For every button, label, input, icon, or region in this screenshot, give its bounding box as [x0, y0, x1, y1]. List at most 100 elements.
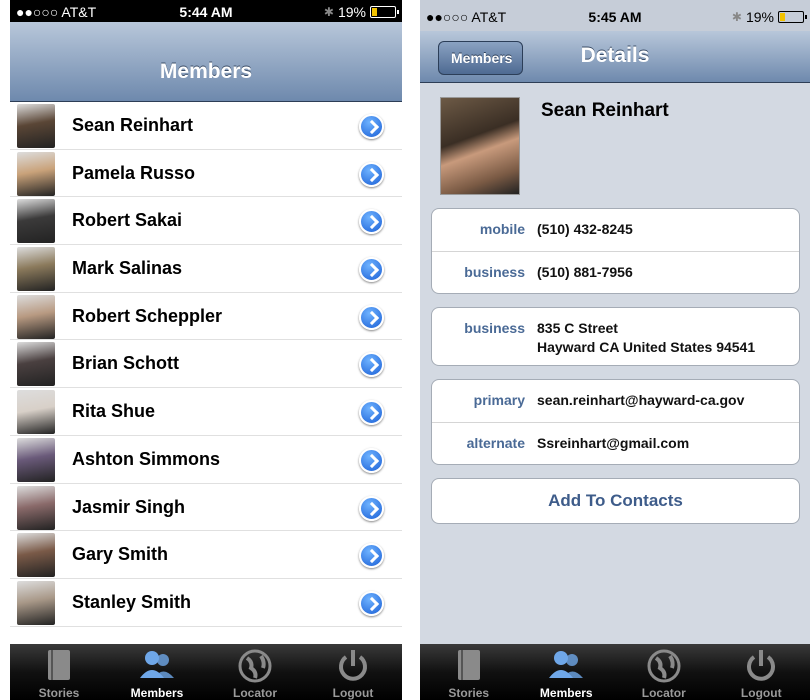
tab-stories[interactable]: Stories — [10, 644, 108, 700]
member-row[interactable]: Sean Reinhart — [10, 102, 402, 150]
bluetooth-icon: ✱ — [323, 5, 334, 19]
member-name: Mark Salinas — [72, 258, 183, 279]
member-avatar — [17, 294, 55, 339]
phone-mobile-field[interactable]: mobile (510) 432-8245 — [432, 209, 799, 252]
details-screen: ●●○○○ AT&T 5:45 AM ✱ 19% Members Details… — [420, 0, 810, 700]
field-label: alternate — [466, 435, 525, 451]
address-field[interactable]: business 835 C Street Hayward CA United … — [432, 308, 799, 366]
member-name: Pamela Russo — [72, 162, 196, 183]
disclosure-arrow-icon[interactable] — [359, 114, 384, 139]
tab-locator[interactable]: Locator — [206, 644, 304, 700]
member-row[interactable]: Jasmir Singh — [10, 483, 402, 532]
member-name: Brian Schott — [72, 353, 180, 374]
tab-label: Logout — [740, 686, 782, 700]
member-row[interactable]: Ashton Simmons — [10, 435, 402, 484]
member-name: Robert Scheppler — [72, 305, 223, 326]
member-name: Ashton Simmons — [72, 448, 221, 469]
disclosure-arrow-icon[interactable] — [359, 209, 384, 235]
member-row[interactable]: Robert Sakai — [10, 197, 402, 246]
tab-members[interactable]: Members — [108, 644, 206, 700]
people-icon — [546, 648, 586, 685]
email-alternate-field[interactable]: alternate Ssreinhart@gmail.com — [432, 423, 799, 466]
member-row[interactable]: Mark Salinas — [10, 245, 402, 293]
disclosure-arrow-icon[interactable] — [359, 400, 384, 426]
disclosure-arrow-icon[interactable] — [359, 257, 384, 283]
member-avatar — [17, 104, 55, 148]
disclosure-arrow-icon[interactable] — [359, 495, 384, 521]
battery-percent: 19% — [337, 4, 366, 20]
member-row[interactable]: Robert Scheppler — [10, 292, 402, 341]
globe-icon — [237, 648, 273, 687]
battery-icon — [370, 6, 399, 18]
field-label: primary — [473, 392, 525, 408]
disclosure-arrow-icon[interactable] — [359, 590, 384, 616]
field-value: Ssreinhart@gmail.com — [537, 435, 690, 451]
address-line2: Hayward CA United States 94541 — [537, 339, 756, 355]
globe-icon — [646, 648, 682, 687]
member-row[interactable]: Pamela Russo — [10, 149, 402, 198]
member-avatar — [17, 485, 55, 530]
status-bar: ●●○○○ AT&T 5:44 AM ✱ 19% — [10, 0, 402, 22]
disclosure-arrow-icon[interactable] — [359, 304, 384, 330]
battery-percent: 19% — [745, 9, 774, 25]
members-screen: ●●○○○ AT&T 5:44 AM ✱ 19% Members Sean Re… — [10, 0, 402, 700]
field-value: (510) 432-8245 — [537, 221, 633, 237]
member-avatar — [17, 199, 55, 244]
battery-icon — [778, 11, 807, 23]
disclosure-arrow-icon[interactable] — [359, 161, 384, 187]
tab-label: Stories — [38, 686, 80, 700]
tab-label: Stories — [448, 686, 490, 700]
status-bar: ●●○○○ AT&T 5:45 AM ✱ 19% — [420, 0, 810, 31]
member-row[interactable]: Brian Schott — [10, 340, 402, 389]
member-list: Sean Reinhart Pamela Russo Robert Sakai Mar… — [10, 102, 402, 627]
member-avatar — [17, 580, 55, 625]
book-icon — [454, 648, 484, 685]
email-primary-field[interactable]: primary sean.reinhart@hayward-ca.gov — [432, 380, 799, 423]
member-avatar — [17, 390, 55, 435]
add-to-contacts-button[interactable]: Add To Contacts — [431, 478, 800, 524]
member-avatar — [17, 342, 55, 387]
field-label: mobile — [479, 221, 525, 237]
member-avatar — [17, 533, 55, 578]
tab-bar: Stories Members Locator Logout — [10, 644, 402, 700]
tab-logout[interactable]: Logout — [304, 644, 402, 700]
people-icon — [137, 648, 177, 685]
member-row[interactable]: Stanley Smith — [10, 578, 402, 627]
field-value: sean.reinhart@hayward-ca.gov — [537, 392, 745, 408]
page-title: Details — [580, 44, 650, 67]
tab-label: Logout — [332, 686, 374, 700]
member-name: Sean Reinhart — [72, 115, 194, 135]
email-group: primary sean.reinhart@hayward-ca.gov alt… — [431, 379, 800, 465]
tab-label: Members — [539, 686, 593, 700]
member-avatar — [17, 151, 55, 196]
address-line1: 835 C Street — [537, 320, 618, 336]
tab-bar: Stories Members Locator Logout — [420, 644, 810, 700]
member-row[interactable]: Rita Shue — [10, 388, 402, 436]
member-name: Robert Sakai — [72, 210, 183, 231]
tab-label: Locator — [641, 686, 686, 700]
power-icon — [336, 648, 370, 687]
member-name: Stanley Smith — [72, 591, 192, 612]
member-name: Rita Shue — [72, 401, 156, 422]
tab-logout[interactable]: Logout — [713, 644, 810, 700]
tab-locator[interactable]: Locator — [615, 644, 713, 700]
tab-stories[interactable]: Stories — [420, 644, 518, 700]
disclosure-arrow-icon[interactable] — [359, 447, 384, 473]
disclosure-arrow-icon[interactable] — [359, 543, 384, 569]
member-avatar — [17, 247, 55, 292]
member-name: Gary Smith — [72, 544, 169, 565]
member-avatar — [17, 437, 55, 482]
disclosure-arrow-icon[interactable] — [359, 352, 384, 378]
member-row[interactable]: Gary Smith — [10, 531, 402, 579]
battery-indicator: ✱ 19% — [323, 4, 399, 20]
bluetooth-icon: ✱ — [731, 10, 742, 24]
phone-business-field[interactable]: business (510) 881-7956 — [432, 252, 799, 295]
tab-members[interactable]: Members — [518, 644, 616, 700]
nav-bar: Members — [10, 22, 402, 102]
page-title: Members — [159, 60, 253, 83]
contact-photo — [440, 97, 520, 195]
book-icon — [44, 648, 74, 685]
tab-label: Members — [130, 686, 184, 700]
contact-name: Sean Reinhart — [541, 100, 669, 121]
field-label: business — [464, 264, 525, 280]
